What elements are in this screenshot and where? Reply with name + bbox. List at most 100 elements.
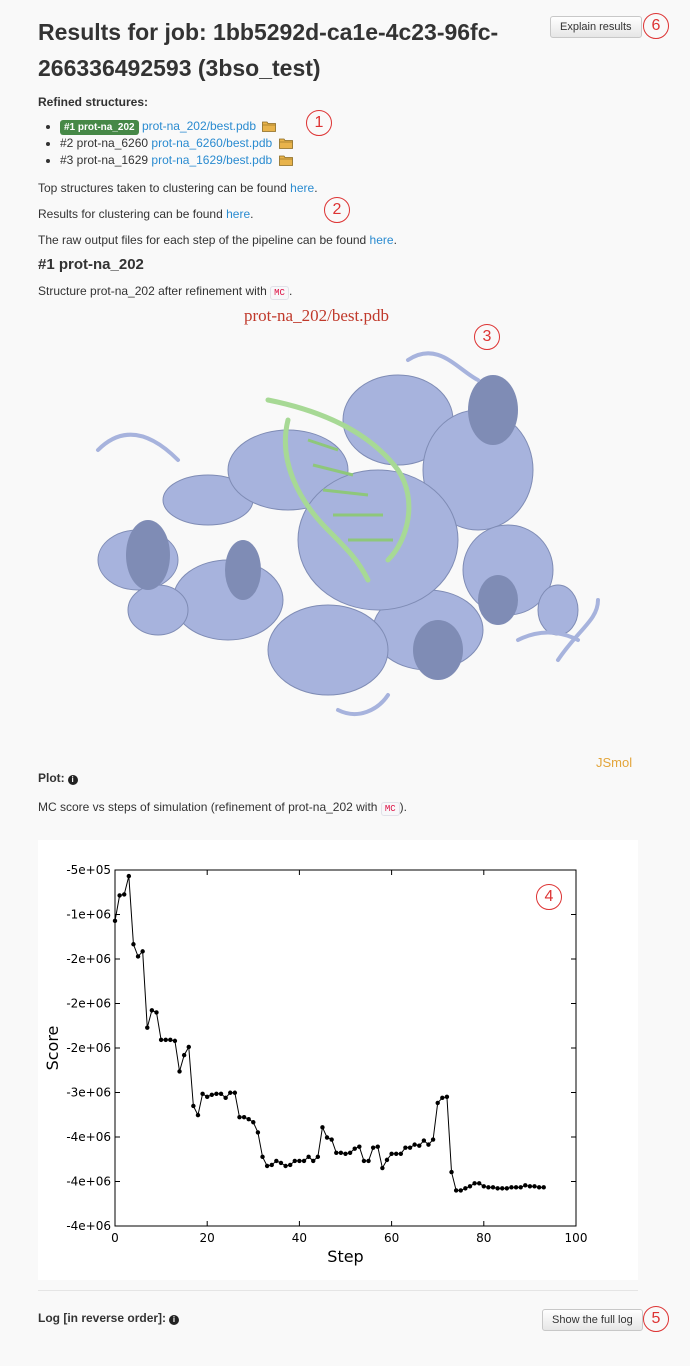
data-point — [380, 1165, 385, 1171]
folder-icon[interactable] — [278, 137, 293, 149]
data-point — [504, 1186, 510, 1191]
data-point — [453, 1188, 459, 1193]
raw-output-link[interactable]: here — [370, 233, 394, 247]
data-point — [287, 1162, 293, 1168]
list-item: #3 prot-na_1629 prot-na_1629/best.pdb — [60, 152, 293, 169]
data-point — [500, 1186, 505, 1191]
method-code: MC — [270, 286, 289, 300]
structure-heading: #1 prot-na_202 — [38, 256, 144, 273]
x-axis-label: Step — [327, 1247, 363, 1266]
data-point — [246, 1117, 251, 1122]
data-point — [306, 1154, 311, 1160]
data-point — [172, 1038, 178, 1044]
divider — [38, 1290, 638, 1291]
data-point — [370, 1145, 376, 1150]
data-point — [523, 1183, 528, 1188]
data-point — [366, 1158, 371, 1164]
structure-link-3[interactable]: prot-na_1629/best.pdb — [151, 153, 272, 167]
data-point — [315, 1154, 321, 1160]
structure-name-3: #3 prot-na_1629 — [60, 153, 149, 167]
structure-name-2: #2 prot-na_6260 — [60, 136, 149, 150]
data-point — [421, 1138, 427, 1143]
data-point — [205, 1094, 210, 1100]
protein-structure-render — [96, 351, 600, 716]
data-point — [329, 1137, 334, 1142]
data-point — [486, 1185, 491, 1190]
list-item: #2 prot-na_6260 prot-na_6260/best.pdb — [60, 135, 293, 152]
data-point — [467, 1184, 473, 1189]
data-point — [260, 1154, 265, 1160]
data-point — [389, 1151, 394, 1156]
method-code: MC — [380, 802, 400, 816]
plot-label[interactable]: Plot: i — [38, 771, 78, 785]
data-point — [490, 1185, 496, 1190]
structure-link-1[interactable]: prot-na_202/best.pdb — [142, 119, 256, 133]
data-point — [343, 1151, 348, 1156]
top-structures-line: Top structures taken to clustering can b… — [38, 181, 318, 195]
data-point — [426, 1142, 431, 1147]
y-tick-label: -4e+06 — [66, 1219, 111, 1233]
data-point — [168, 1037, 173, 1043]
data-point — [218, 1091, 224, 1096]
top-structure-badge: #1 prot-na_202 — [60, 120, 139, 135]
y-tick-label: -4e+06 — [66, 1175, 111, 1189]
jsmol-brand[interactable]: JSmol — [596, 755, 632, 770]
data-point — [292, 1158, 297, 1164]
data-point — [518, 1185, 523, 1190]
show-full-log-button[interactable]: Show the full log — [542, 1309, 643, 1331]
log-label[interactable]: Log [in reverse order]: i — [38, 1311, 180, 1325]
data-point — [251, 1120, 256, 1125]
data-point — [412, 1142, 417, 1147]
callout-4: 4 — [536, 884, 562, 910]
data-point — [472, 1181, 477, 1186]
page-title: Results for job: 1bb5292d-ca1e-4c23-96fc… — [38, 19, 499, 81]
data-point — [311, 1158, 316, 1164]
data-point — [135, 954, 141, 959]
data-point — [430, 1137, 436, 1142]
folder-icon[interactable] — [262, 120, 277, 132]
structure-description: Structure prot-na_202 after refinement w… — [38, 284, 293, 300]
data-point — [209, 1092, 215, 1097]
data-point — [334, 1150, 339, 1155]
callout-6: 6 — [643, 13, 669, 39]
data-point — [274, 1158, 279, 1164]
x-tick-label: 40 — [292, 1231, 307, 1245]
callout-5: 5 — [643, 1306, 669, 1332]
y-tick-label: -2e+06 — [66, 1041, 111, 1055]
data-point — [241, 1114, 247, 1120]
data-point — [513, 1185, 519, 1190]
x-tick-label: 20 — [200, 1231, 215, 1245]
structure-link-2[interactable]: prot-na_6260/best.pdb — [151, 136, 272, 150]
data-point — [131, 942, 136, 947]
data-point — [228, 1090, 233, 1095]
data-point — [232, 1090, 238, 1095]
data-point — [407, 1145, 413, 1150]
plot-description: MC score vs steps of simulation (refinem… — [38, 800, 407, 816]
data-point — [283, 1163, 288, 1169]
data-point — [297, 1158, 302, 1164]
data-point — [375, 1144, 380, 1149]
explain-results-button[interactable]: Explain results — [550, 16, 642, 38]
data-point — [440, 1095, 445, 1101]
x-tick-label: 80 — [476, 1231, 491, 1245]
data-point — [463, 1186, 468, 1191]
data-point — [163, 1037, 168, 1043]
refined-structures-heading: Refined structures: — [38, 95, 149, 109]
top-structures-link[interactable]: here — [290, 181, 314, 195]
folder-icon[interactable] — [278, 154, 293, 166]
data-point — [417, 1143, 422, 1148]
y-tick-label: -5e+05 — [66, 863, 111, 877]
data-point — [214, 1091, 219, 1096]
info-icon[interactable]: i — [169, 1315, 180, 1325]
clustering-link[interactable]: here — [226, 207, 250, 221]
x-tick-label: 0 — [111, 1231, 119, 1245]
data-point — [140, 949, 145, 954]
data-point — [237, 1114, 242, 1120]
data-point — [495, 1186, 500, 1191]
data-point — [481, 1184, 486, 1189]
info-icon[interactable]: i — [67, 775, 78, 785]
callout-1: 1 — [306, 110, 332, 136]
data-point — [458, 1188, 463, 1193]
x-tick-label: 100 — [565, 1231, 588, 1245]
molecule-viewer[interactable]: prot-na_202/best.pdb 3 JSmol — [38, 300, 638, 770]
